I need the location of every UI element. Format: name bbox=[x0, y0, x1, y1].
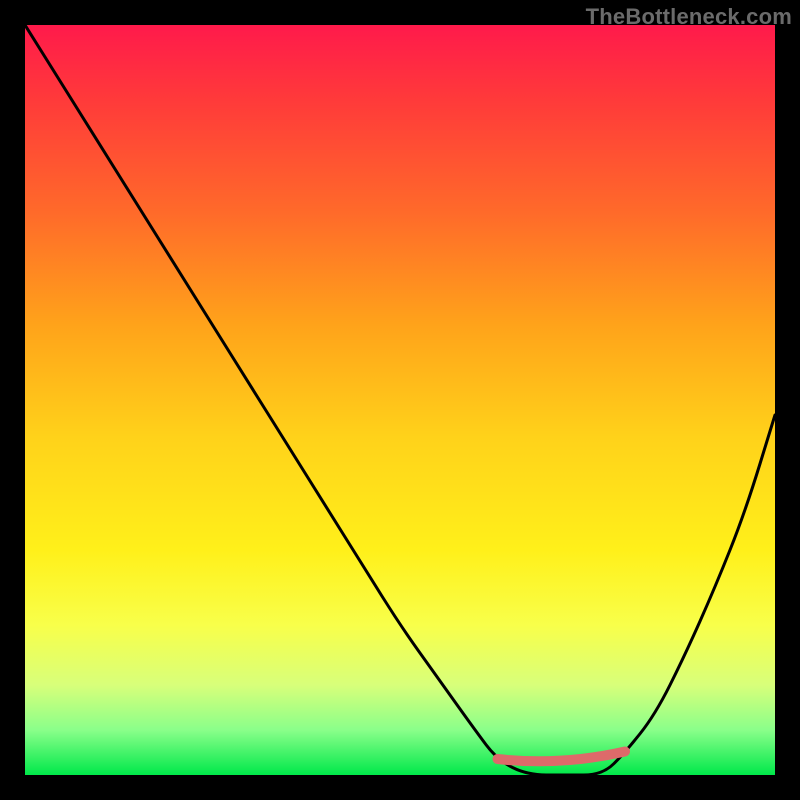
flat-segment-marker bbox=[498, 752, 626, 762]
bottleneck-curve-path bbox=[25, 25, 775, 775]
chart-svg bbox=[25, 25, 775, 775]
watermark-text: TheBottleneck.com bbox=[586, 4, 792, 30]
